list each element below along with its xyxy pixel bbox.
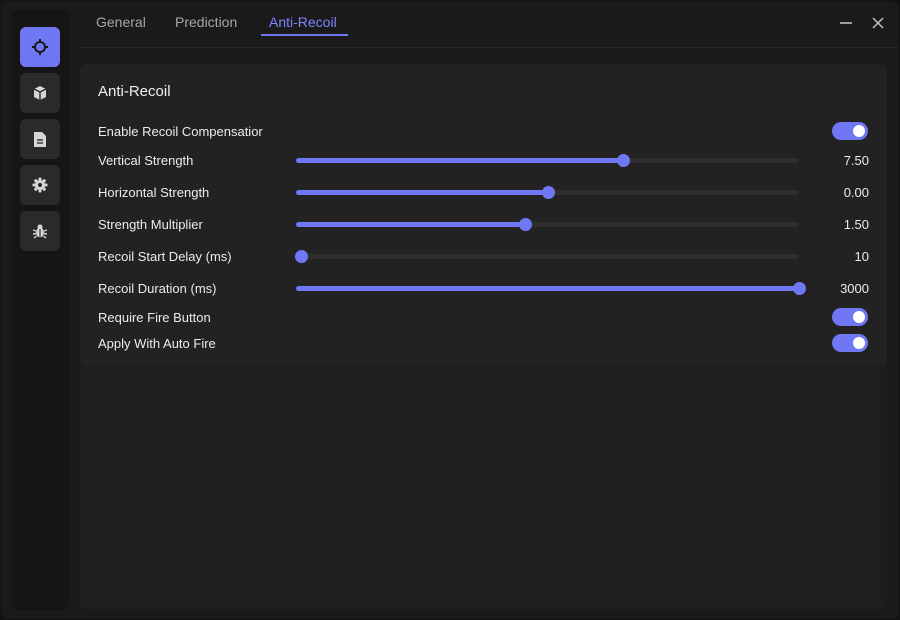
strength-multiplier-slider[interactable] <box>296 218 799 231</box>
recoil-duration-value: 3000 <box>840 281 869 296</box>
sidebar-item-debug[interactable] <box>20 211 60 251</box>
document-icon <box>33 131 47 148</box>
crosshair-icon <box>31 38 49 56</box>
slider-label-horizontal-strength: Horizontal Strength <box>98 185 210 200</box>
gear-icon <box>32 177 48 193</box>
anti-recoil-card: Anti-Recoil Enable Recoil Compensatior V… <box>80 64 887 366</box>
sidebar-item-aim[interactable] <box>20 27 60 67</box>
recoil-start-delay-slider[interactable] <box>295 250 799 263</box>
auto-fire-toggle[interactable] <box>832 334 868 352</box>
slider-thumb[interactable] <box>541 186 555 199</box>
horizontal-strength-slider[interactable] <box>296 186 799 199</box>
tab-prediction[interactable]: Prediction <box>175 14 237 30</box>
recoil-start-delay-value: 10 <box>854 249 869 264</box>
close-button[interactable] <box>871 16 885 30</box>
horizontal-strength-value: 0.00 <box>843 185 869 200</box>
slider-fill <box>296 158 623 163</box>
auto-fire-label: Apply With Auto Fire <box>98 336 216 351</box>
slider-fill <box>296 286 799 291</box>
recoil-duration-slider[interactable] <box>296 282 806 295</box>
bug-icon <box>32 223 48 239</box>
card-title: Anti-Recoil <box>98 83 171 100</box>
tab-general[interactable]: General <box>96 14 146 30</box>
toggle-knob <box>853 311 865 323</box>
active-tab-indicator <box>261 34 348 36</box>
toggle-knob <box>853 125 865 137</box>
slider-fill <box>296 190 548 195</box>
sidebar <box>12 10 69 610</box>
slider-label-recoil-start-delay: Recoil Start Delay (ms) <box>98 249 232 264</box>
minimize-button[interactable] <box>839 16 853 30</box>
strength-multiplier-value: 1.50 <box>843 217 869 232</box>
vertical-strength-value: 7.50 <box>843 153 869 168</box>
close-icon <box>871 17 885 34</box>
slider-label-recoil-duration: Recoil Duration (ms) <box>98 281 217 296</box>
slider-label-vertical-strength: Vertical Strength <box>98 153 194 168</box>
slider-thumb[interactable] <box>518 218 532 231</box>
sidebar-item-objects[interactable] <box>20 73 60 113</box>
require-fire-label: Require Fire Button <box>98 310 211 325</box>
sidebar-item-settings[interactable] <box>20 165 60 205</box>
toggle-knob <box>853 337 865 349</box>
enable-recoil-label: Enable Recoil Compensatior <box>98 124 263 139</box>
slider-thumb[interactable] <box>295 250 309 263</box>
vertical-strength-slider[interactable] <box>296 154 799 167</box>
minimize-icon <box>839 17 853 34</box>
app-window: General Prediction Anti-Recoil Anti-Reco… <box>1 1 899 619</box>
enable-recoil-toggle[interactable] <box>832 122 868 140</box>
cube-icon <box>32 85 48 101</box>
sidebar-item-documents[interactable] <box>20 119 60 159</box>
require-fire-toggle[interactable] <box>832 308 868 326</box>
tab-bar: General Prediction Anti-Recoil <box>81 1 899 48</box>
slider-thumb[interactable] <box>616 154 630 167</box>
tab-anti-recoil[interactable]: Anti-Recoil <box>269 14 337 30</box>
slider-thumb[interactable] <box>793 282 806 295</box>
slider-fill <box>296 222 525 227</box>
slider-label-strength-multiplier: Strength Multiplier <box>98 217 203 232</box>
